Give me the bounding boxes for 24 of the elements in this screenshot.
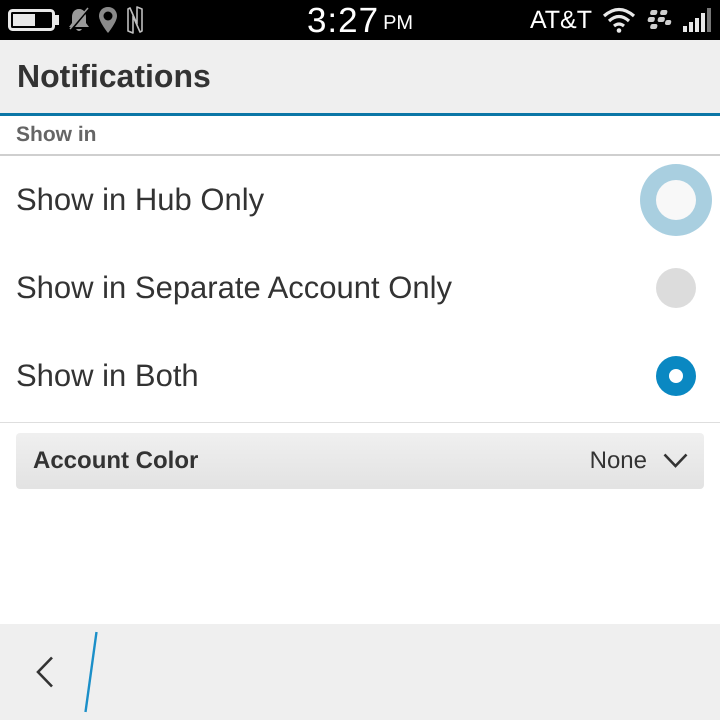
section-heading: Show in (16, 123, 96, 147)
logo-icon (646, 9, 672, 31)
account-color-dropdown[interactable]: Account Color None (16, 433, 704, 489)
clock-period: PM (383, 12, 414, 32)
clock-time: 3:27 (306, 2, 380, 38)
nfc-icon (126, 6, 144, 34)
option-label[interactable]: Show in Hub Only (16, 181, 264, 219)
signal-icon (682, 7, 712, 33)
carrier-name: AT&T (530, 8, 592, 32)
option-label[interactable]: Show in Both (16, 357, 199, 395)
back-button[interactable] (36, 656, 54, 688)
battery-icon (8, 9, 60, 31)
radio-button[interactable] (656, 356, 696, 396)
radio-button[interactable] (656, 268, 696, 308)
radio-button[interactable] (640, 164, 712, 236)
wifi-icon (602, 7, 636, 33)
page-title: Notifications (17, 58, 211, 94)
dropdown-value: None (590, 448, 647, 474)
back-icon (36, 656, 54, 688)
muted-bell-icon (68, 7, 90, 33)
option-label[interactable]: Show in Separate Account Only (16, 269, 452, 307)
location-pin-icon (98, 6, 118, 34)
chevron-down-icon (663, 453, 688, 468)
dropdown-label: Account Color (33, 448, 198, 474)
